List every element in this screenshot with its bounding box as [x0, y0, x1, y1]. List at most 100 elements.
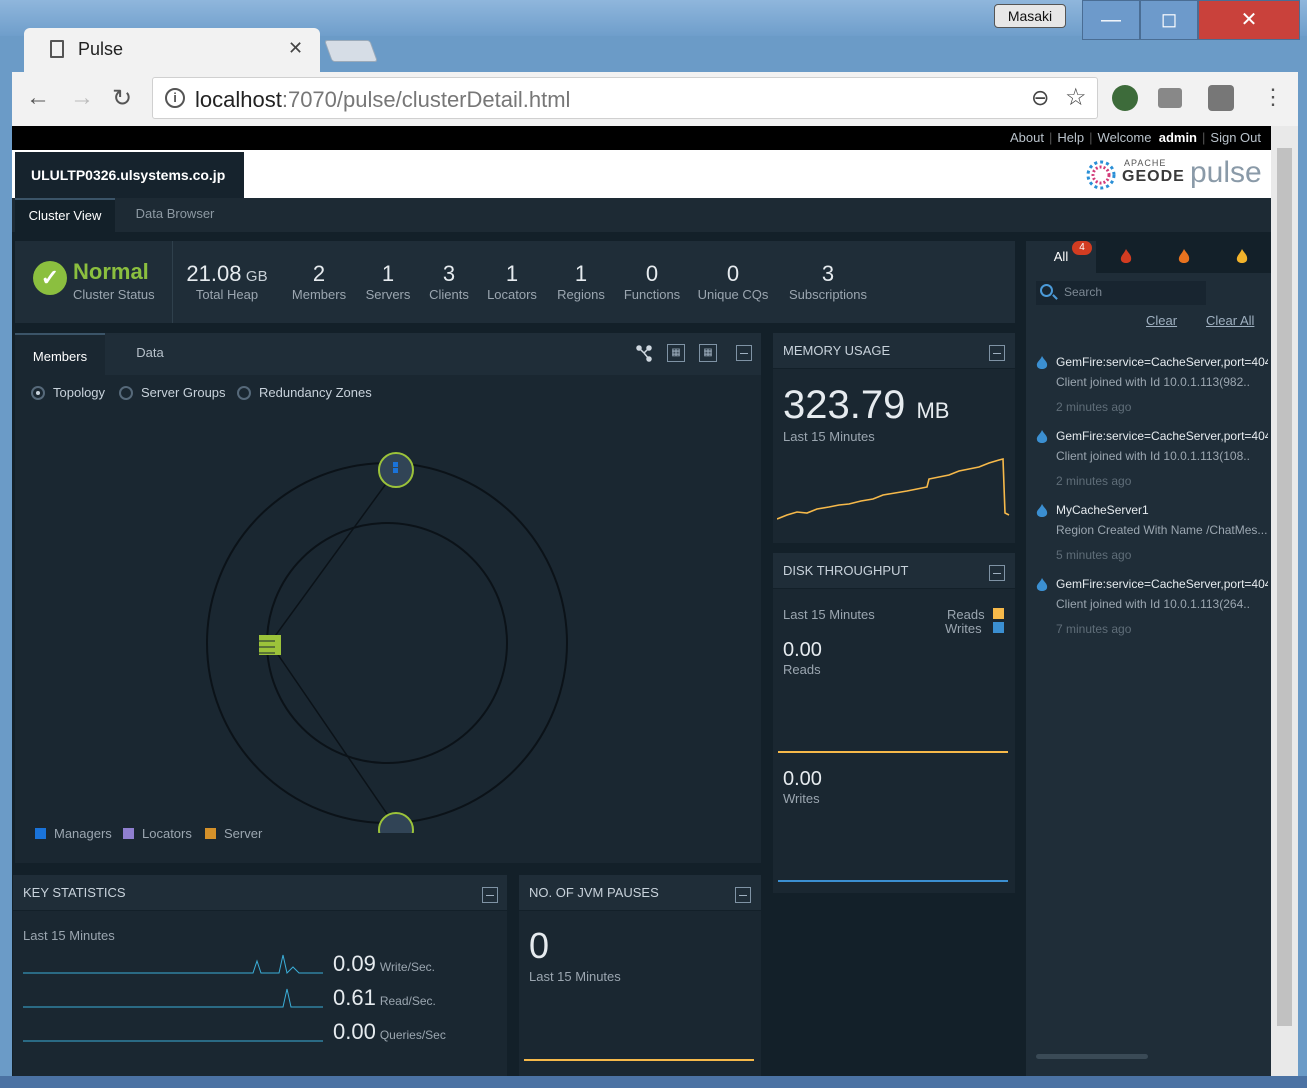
writes-value: 0.00 [783, 768, 822, 790]
tab-label: All [1053, 249, 1069, 264]
alert-description: Client joined with Id 10.0.1.113(982.. [1056, 375, 1250, 389]
info-icon[interactable]: i [165, 88, 185, 108]
extension-globe-icon[interactable] [1112, 85, 1138, 111]
forward-icon[interactable]: → [70, 84, 94, 112]
legend-swatch [123, 828, 134, 840]
metric-label: Servers [365, 287, 411, 302]
error-flame-icon[interactable] [1178, 249, 1190, 265]
memory-value: 323.79 MB [783, 383, 949, 428]
legend-label: Server [224, 826, 263, 841]
collapse-icon[interactable] [989, 565, 1005, 581]
metric-value: 1 [505, 261, 519, 286]
bookmark-star-icon[interactable]: ☆ [1065, 83, 1087, 112]
legend-label: Locators [142, 826, 192, 841]
treemap-view-icon[interactable]: ▦ [667, 344, 685, 362]
query-rate: 0.00 Queries/Sec [333, 1019, 446, 1045]
legend-swatch [205, 828, 216, 840]
alert-count-badge: 4 [1072, 241, 1092, 255]
reload-icon[interactable]: ↻ [112, 84, 132, 113]
alert-tabs: All 4 [1026, 241, 1271, 273]
alert-item[interactable]: GemFire:service=CacheServer,port=404 Cli… [1026, 577, 1271, 651]
geode-logo-icon [1086, 160, 1116, 190]
writes-sparkline [778, 880, 1008, 882]
top-links: About | Help | Welcome admin | Sign Out [12, 126, 1271, 150]
url-path: :7070/pulse/clusterDetail.html [281, 87, 571, 112]
separator: | [1089, 130, 1093, 145]
memory-unit: MB [916, 398, 950, 423]
menu-dots-icon[interactable]: ⋮ [1262, 84, 1284, 110]
separator: | [1202, 130, 1206, 145]
alert-description: Region Created With Name /ChatMes... [1056, 523, 1268, 537]
zoom-icon[interactable]: ⊖ [1031, 85, 1049, 111]
grid-view-icon[interactable]: ▦ [699, 344, 717, 362]
scrollbar-thumb[interactable] [1277, 148, 1292, 1026]
address-bar[interactable]: i localhost:7070/pulse/clusterDetail.htm… [152, 77, 1098, 119]
maximize-button[interactable]: ◻ [1140, 0, 1198, 40]
topology-view-icon[interactable] [635, 344, 653, 362]
tab-cluster-view[interactable]: Cluster View [15, 198, 115, 232]
clear-all-link[interactable]: Clear All [1206, 313, 1254, 328]
jvm-pauses-value: 0 [529, 925, 550, 966]
reads-value: 0.00 [783, 639, 822, 661]
minimize-button[interactable]: — [1082, 0, 1140, 40]
alert-item[interactable]: MyCacheServer1 Region Created With Name … [1026, 503, 1271, 577]
browser-toolbar: ← → ↻ i localhost:7070/pulse/clusterDeta… [12, 72, 1298, 126]
cluster-status-label: Cluster Status [73, 287, 155, 302]
server-node[interactable] [378, 812, 414, 833]
pulse-app: About | Help | Welcome admin | Sign Out ULULTP… [12, 126, 1271, 1076]
camera-icon[interactable] [1158, 88, 1182, 108]
metric-label: Regions [557, 287, 605, 302]
about-link[interactable]: About [1010, 130, 1044, 145]
alert-item[interactable]: GemFire:service=CacheServer,port=404 Cli… [1026, 355, 1271, 429]
alerts-scrollbar[interactable] [1036, 1054, 1148, 1059]
extension-icon[interactable] [1208, 85, 1234, 111]
sign-out-link[interactable]: Sign Out [1210, 130, 1261, 145]
severe-flame-icon[interactable] [1120, 249, 1132, 265]
tab-members[interactable]: Members [15, 333, 105, 375]
topology-graph [206, 452, 568, 833]
help-link[interactable]: Help [1057, 130, 1084, 145]
clear-link[interactable]: Clear [1146, 313, 1177, 328]
metric-value: 3 [821, 261, 835, 286]
alert-item[interactable]: GemFire:service=CacheServer,port=404 Cli… [1026, 429, 1271, 503]
back-icon[interactable]: ← [26, 84, 50, 112]
metric-label: Members [291, 287, 347, 302]
memory-sparkline [777, 457, 1010, 520]
read-rate-value: 0.61 [333, 985, 376, 1010]
key-stats-sparklines [23, 954, 323, 1042]
metric-value: 0 [726, 261, 740, 286]
disk-throughput-panel: DISK THROUGHPUT Last 15 Minutes Reads Wr… [773, 553, 1015, 893]
collapse-icon[interactable] [735, 887, 751, 903]
metric-label: Functions [623, 287, 681, 302]
host-node-icon[interactable] [259, 635, 281, 655]
geode-pulse-logo: APACHE GEODE pulse [1084, 156, 1264, 192]
collapse-icon[interactable] [736, 345, 752, 361]
close-window-button[interactable]: ✕ [1198, 0, 1300, 40]
legend-reads-swatch [993, 608, 1004, 619]
tab-data[interactable]: Data [115, 333, 185, 375]
metric-label: Unique CQs [697, 287, 769, 302]
warning-flame-icon[interactable] [1236, 249, 1248, 265]
new-tab-button[interactable] [323, 40, 379, 62]
collapse-icon[interactable] [989, 345, 1005, 361]
disk-period: Last 15 Minutes [783, 607, 875, 622]
close-tab-icon[interactable]: ✕ [288, 38, 303, 59]
memory-period: Last 15 Minutes [783, 429, 875, 444]
metric-unit: GB [245, 268, 268, 285]
inner-ring [266, 522, 508, 764]
manager-node[interactable] [378, 452, 414, 488]
alert-search-input[interactable]: Search [1036, 281, 1206, 305]
logo-geode: GEODE [1122, 168, 1185, 185]
legend-server: Server [205, 826, 262, 841]
metric-clients: 3 Clients [423, 261, 475, 302]
legend-locators: Locators [123, 826, 192, 841]
tab-data-browser[interactable]: Data Browser [120, 198, 230, 232]
browser-tab[interactable]: Pulse ✕ [24, 28, 320, 72]
edge-bottom [269, 642, 397, 828]
page-scrollbar[interactable] [1271, 126, 1298, 1076]
metric-servers: 1 Servers [361, 261, 415, 302]
page-icon [50, 40, 64, 58]
url-text: localhost:7070/pulse/clusterDetail.html [195, 87, 570, 113]
collapse-icon[interactable] [482, 887, 498, 903]
alert-time: 2 minutes ago [1056, 474, 1132, 488]
